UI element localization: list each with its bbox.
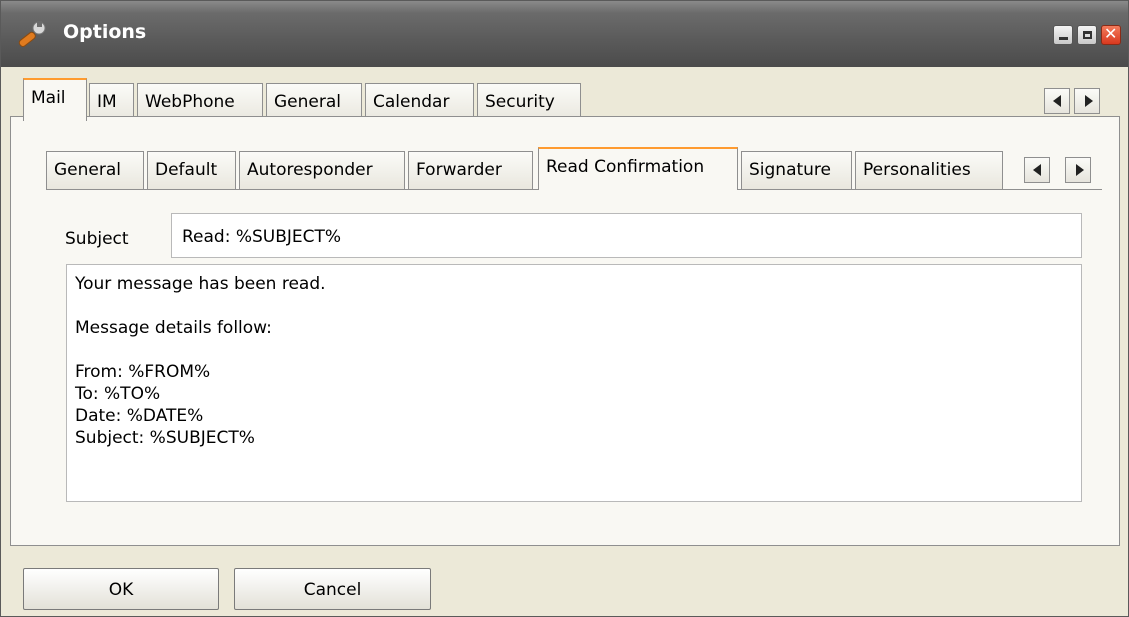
cancel-button[interactable]: Cancel	[234, 568, 431, 610]
subtab-signature[interactable]: Signature	[741, 151, 852, 189]
tab-label: Security	[485, 92, 555, 112]
tab-label: Mail	[31, 88, 66, 108]
body-line: To: %TO%	[75, 384, 161, 404]
arrow-right-icon	[1085, 95, 1093, 107]
subtab-personalities[interactable]: Personalities	[855, 151, 1003, 189]
close-icon: ✕	[1104, 24, 1118, 43]
minimize-button[interactable]	[1053, 25, 1073, 45]
title-bar[interactable]: Options ✕	[1, 1, 1128, 67]
message-body-textarea[interactable]: Your message has been read. Message deta…	[66, 264, 1082, 502]
subject-input[interactable]: Read: %SUBJECT%	[171, 213, 1082, 258]
body-line: Subject: %SUBJECT%	[75, 428, 255, 448]
body-line: Message details follow:	[75, 318, 272, 338]
subtab-general[interactable]: General	[46, 151, 144, 189]
tab-label: Personalities	[863, 160, 971, 180]
body-line: Date: %DATE%	[75, 406, 204, 426]
minimize-icon	[1059, 37, 1068, 40]
options-window: Options ✕ Mail IM WebPhone General Calen…	[0, 0, 1129, 617]
maximize-button[interactable]	[1077, 25, 1097, 45]
tab-label: Calendar	[373, 92, 450, 112]
tab-label: WebPhone	[145, 92, 235, 112]
tab-label: Autoresponder	[247, 160, 373, 180]
sub-tabs-scroll-left-button[interactable]	[1024, 157, 1050, 183]
subtab-forwarder[interactable]: Forwarder	[408, 151, 533, 189]
tab-label: Forwarder	[416, 160, 502, 180]
ok-button[interactable]: OK	[23, 568, 219, 610]
body-line: From: %FROM%	[75, 362, 211, 382]
tab-label: General	[274, 92, 341, 112]
wrench-icon	[18, 21, 46, 47]
body-line: Your message has been read.	[75, 274, 326, 294]
main-tabs-scroll-right-button[interactable]	[1074, 88, 1100, 114]
tab-label: IM	[97, 92, 117, 112]
subject-label: Subject	[65, 229, 129, 249]
arrow-left-icon	[1033, 164, 1041, 176]
tab-label: Default	[155, 160, 218, 180]
subtab-read-confirmation[interactable]: Read Confirmation	[538, 147, 738, 190]
maximize-icon	[1083, 31, 1092, 39]
subtab-default[interactable]: Default	[147, 151, 236, 189]
arrow-left-icon	[1053, 95, 1061, 107]
body-line	[75, 295, 1073, 317]
tab-mail[interactable]: Mail	[23, 78, 87, 121]
body-line	[75, 339, 1073, 361]
arrow-right-icon	[1076, 164, 1084, 176]
tab-label: Read Confirmation	[546, 157, 705, 177]
window-title: Options	[63, 21, 147, 43]
main-tabs-scroll-left-button[interactable]	[1044, 88, 1070, 114]
tab-label: Signature	[749, 160, 832, 180]
subtab-autoresponder[interactable]: Autoresponder	[239, 151, 405, 189]
tab-label: General	[54, 160, 121, 180]
close-button[interactable]: ✕	[1101, 24, 1121, 45]
sub-tabs-scroll-right-button[interactable]	[1065, 157, 1091, 183]
